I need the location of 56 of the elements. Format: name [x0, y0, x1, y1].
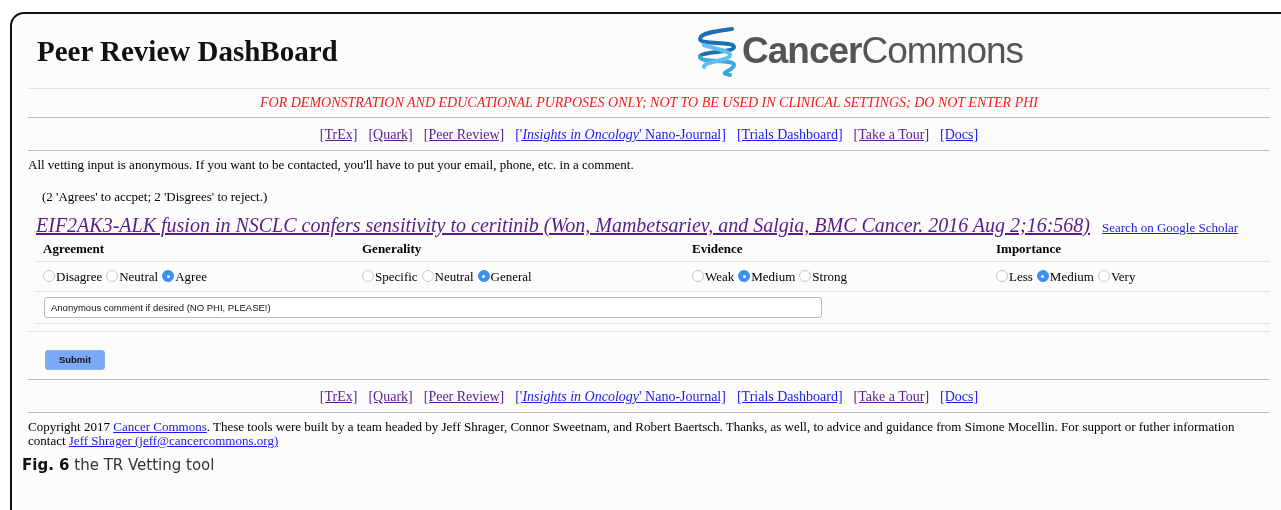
radio-button[interactable]	[1097, 270, 1110, 283]
nav-link[interactable]: [Docs]	[940, 124, 979, 145]
nav-link[interactable]: [Quark]	[368, 386, 413, 407]
nav-link[interactable]: [Peer Review]	[423, 386, 505, 407]
footer-link[interactable]: Cancer Commons	[113, 419, 207, 434]
radio-label: Medium	[751, 267, 796, 286]
logo-text: CancerCommons	[742, 29, 1024, 74]
radio-label: Less	[1009, 267, 1033, 286]
ribbon-logo-icon	[696, 25, 738, 77]
nav-link[interactable]: ['Insights in Oncology' Nano-Journal]	[515, 386, 726, 407]
radio-button[interactable]	[738, 270, 751, 283]
radio-label: Strong	[812, 267, 847, 286]
nav-link[interactable]: [TrEx]	[319, 386, 358, 407]
radio-button[interactable]	[43, 270, 55, 283]
comment-field[interactable]: Anonymous comment if desired (NO PHI, PLEASE!)	[44, 297, 822, 318]
copyright-text: Copyright 2017 Cancer Commons. These tools were built by a team headed by Jeff Shrager, Connor Sweetnam, and Robert Baertsch. Thanks, as well, to advice and guidance from Simone Mocellin. For support or futher information contact Jeff Shrager (jeff@cancercommons.org)	[28, 418, 1236, 448]
disclaimer-text: FOR DEMONSTRATION AND EDUCATIONAL PURPOSES ONLY; NOT TO BE USED IN CLINICAL SETTINGS; DO NOT ENTER PHI	[259, 94, 1040, 112]
radio-label: Neutral	[434, 267, 474, 286]
nav-link[interactable]: [Quark]	[368, 124, 413, 145]
page-title: Peer Review DashBoard	[36, 33, 339, 69]
scholar-link[interactable]: Search on Google Scholar	[1102, 221, 1239, 236]
radio-button[interactable]	[996, 270, 1008, 283]
radio-label: Neutral	[119, 267, 159, 286]
radio-button[interactable]	[477, 270, 490, 283]
nav-link[interactable]: [Trials Dashboard]	[736, 386, 843, 407]
radio-label: Specific	[375, 267, 418, 286]
column-heading: Generality	[361, 240, 423, 258]
radio-button[interactable]	[421, 270, 434, 283]
radio-label: Disagree	[56, 267, 103, 286]
figure-caption: Fig. 6 the TR Vetting tool	[22, 455, 216, 476]
radio-label: Weak	[705, 267, 735, 286]
nav-link[interactable]: [Docs]	[940, 386, 979, 407]
nav-link[interactable]: [Trials Dashboard]	[736, 124, 843, 145]
radio-label: Very	[1110, 267, 1136, 286]
nav-link[interactable]: [Peer Review]	[423, 124, 505, 145]
radio-button[interactable]	[162, 270, 175, 283]
article-title-link[interactable]: EIF2AK3-ALK fusion in NSCLC confers sensitivity to ceritinib (Won, Mambetsariev, and Salgia, BMC Cancer. 2016 Aug 2;16:568)	[36, 214, 1090, 236]
nav-link[interactable]: [Take a Tour]	[853, 386, 930, 407]
radio-button[interactable]	[1036, 270, 1049, 283]
nav-link[interactable]: [TrEx]	[319, 124, 358, 145]
nav-link[interactable]: [Take a Tour]	[853, 124, 930, 145]
radio-button[interactable]	[692, 270, 704, 283]
column-heading: Evidence	[691, 240, 744, 258]
nav-link[interactable]: ['Insights in Oncology' Nano-Journal]	[515, 124, 726, 145]
radio-button[interactable]	[106, 270, 119, 283]
column-heading: Agreement	[42, 240, 106, 258]
notice-text: All vetting input is anonymous. If you want to be contacted, you'll have to put your email, phone, etc. in a comment.	[28, 156, 635, 174]
submit-button[interactable]: Submit	[45, 350, 105, 370]
radio-label: Agree	[175, 267, 207, 286]
radio-label: Medium	[1049, 267, 1094, 286]
column-heading: Importance	[995, 240, 1062, 258]
radio-button[interactable]	[362, 270, 374, 283]
radio-label: General	[490, 267, 532, 286]
radio-button[interactable]	[799, 270, 812, 283]
rule-note: (2 'Agrees' to accpet; 2 'Disgrees' to reject.)	[41, 187, 269, 206]
footer-link[interactable]: Jeff Shrager (jeff@cancercommons.org)	[68, 433, 279, 448]
